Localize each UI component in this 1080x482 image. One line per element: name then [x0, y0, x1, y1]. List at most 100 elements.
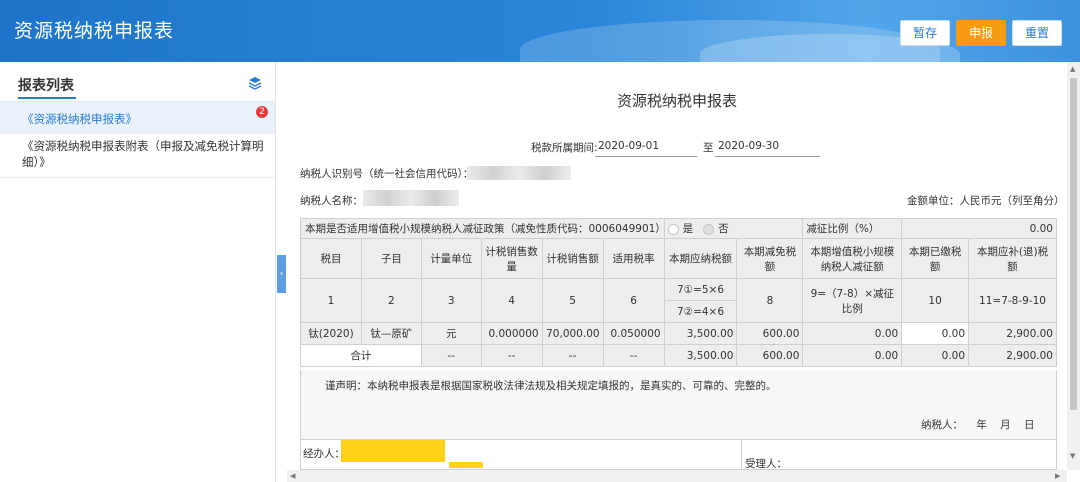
app-header: 资源税纳税申报表 暂存 申报 重置	[0, 0, 1080, 62]
scroll-left-arrow-icon[interactable]: ◀	[290, 472, 295, 480]
col-index: 7②=4×6	[663, 300, 738, 323]
declaration-text: 谨声明：本纳税申报表是根据国家税收法律法规及相关规定填报的，是真实的、可靠的、完…	[325, 380, 777, 392]
col-index: 6	[602, 278, 665, 323]
scroll-right-arrow-icon[interactable]: ▶	[1055, 472, 1060, 480]
vertical-scrollbar[interactable]: ▲ ▼	[1067, 62, 1080, 470]
column-header: 计税销售数量	[480, 238, 543, 279]
sidebar-item-main-report[interactable]: 《资源税纳税申报表》 2	[0, 102, 275, 134]
app-title: 资源税纳税申报表	[14, 20, 175, 42]
handler-row: 经办人： 受理人：	[300, 440, 1057, 470]
cell-due: 2,900.00	[968, 322, 1057, 345]
col-index: 9=（7-8）×减征比例	[802, 278, 903, 323]
period-to-label: 至	[703, 142, 714, 154]
period-label: 税款所属期间:	[531, 142, 598, 154]
cell-small-reduction: 0.00	[802, 322, 903, 345]
period-end-underline	[715, 156, 820, 157]
scroll-up-arrow-icon[interactable]: ▲	[1070, 65, 1075, 73]
column-header: 税目	[300, 238, 362, 279]
col-index: 1	[300, 278, 362, 323]
save-draft-button[interactable]: 暂存	[900, 20, 950, 46]
paid-tax-input[interactable]: 0.00	[901, 322, 970, 345]
taxpayer-id-label: 纳税人识别号（统一社会信用代码）：	[300, 168, 474, 180]
count-badge: 2	[256, 106, 268, 118]
declaration-box: 谨声明：本纳税申报表是根据国家税收法律法规及相关规定填报的，是真实的、可靠的、完…	[300, 370, 1057, 440]
handler-redacted	[341, 440, 445, 462]
cell-small-reduction: 0.00	[802, 344, 903, 367]
sidebar-item-label: 《资源税纳税申报表》	[22, 112, 137, 126]
cell-relief: 600.00	[736, 322, 804, 345]
taxpayer-id-redacted	[467, 166, 571, 180]
reset-button[interactable]: 重置	[1012, 20, 1062, 46]
layers-icon[interactable]	[248, 76, 262, 90]
cell-paid: 0.00	[901, 344, 970, 367]
table-row: 钛(2020) 钛—原矿 元 0.000000 70,000.00 0.0500…	[300, 322, 1057, 345]
form-title: 资源税纳税申报表	[616, 92, 737, 110]
taxpayer-name-redacted	[363, 190, 459, 206]
main-panel: 资源税纳税申报表 税款所属期间: 2020-09-01 至 2020-09-30…	[287, 62, 1067, 470]
policy-question: 本期是否适用增值税小规模纳税人减征政策（减免性质代码：0006049901）	[300, 218, 666, 239]
cell-rate: --	[602, 344, 665, 367]
period-start-underline	[595, 156, 697, 157]
radio-yes-label: 是	[682, 223, 694, 235]
currency-unit-note: 金额单位：人民币元（列至角分）	[907, 195, 1065, 207]
handler-redacted	[449, 462, 483, 468]
total-row: 合计 -- -- -- -- 3,500.00 600.00 0.00 0.00…	[300, 344, 1057, 367]
column-header: 计税销售额	[541, 238, 604, 279]
column-header: 本期减免税额	[736, 238, 804, 279]
col-index: 4	[480, 278, 543, 323]
taxpayer-name-label: 纳税人名称：	[300, 195, 363, 207]
column-header: 本期应补(退)税额	[968, 238, 1057, 279]
column-header: 子目	[360, 238, 422, 279]
cell-due: 2,900.00	[968, 344, 1057, 367]
cell-sales: --	[541, 344, 604, 367]
cell-payable: 3,500.00	[663, 344, 738, 367]
column-header: 本期增值税小规模纳税人减征额	[802, 238, 903, 279]
policy-row: 本期是否适用增值税小规模纳税人减征政策（减免性质代码：0006049901） 是…	[300, 218, 1057, 239]
column-header: 计量单位	[420, 238, 482, 279]
report-list-sidebar: 报表列表 《资源税纳税申报表》 2 《资源税纳税申报表附表（申报及减免税计算明细…	[0, 62, 276, 482]
radio-no-label: 否	[718, 223, 729, 235]
policy-radio-group: 是 否	[663, 218, 804, 239]
index-row: 1 2 3 4 5 6 7①=5×6 8 9=（7-8）×减征比例 10 11=…	[300, 278, 1057, 323]
col-index: 5	[541, 278, 604, 323]
cell-item: 钛(2020)	[300, 322, 362, 345]
submit-button[interactable]: 申报	[956, 20, 1006, 46]
period-end-field[interactable]: 2020-09-30	[718, 140, 779, 152]
col-index: 10	[901, 278, 970, 323]
sidebar-collapse-toggle[interactable]: ‹	[277, 255, 286, 293]
sidebar-item-label: 《资源税纳税申报表附表（申报及减免税计算明细）》	[22, 139, 264, 169]
cell-subitem: 钛—原矿	[360, 322, 422, 345]
handler-label: 经办人：	[303, 448, 345, 460]
scroll-down-arrow-icon[interactable]: ▼	[1070, 452, 1075, 460]
divider	[741, 440, 742, 470]
col-index: 11=7-8-9-10	[968, 278, 1057, 323]
sidebar-title: 报表列表	[18, 78, 74, 94]
sidebar-item-attached-schedule[interactable]: 《资源税纳税申报表附表（申报及减免税计算明细）》	[0, 134, 275, 178]
cell-quantity: --	[480, 344, 543, 367]
radio-no[interactable]	[703, 223, 715, 235]
cell-quantity: 0.000000	[480, 322, 543, 345]
col-index: 7①=5×6	[663, 278, 738, 301]
sidebar-title-underline	[18, 97, 76, 99]
horizontal-scrollbar[interactable]: ◀ ▶	[287, 470, 1067, 482]
column-header: 本期应纳税额	[663, 238, 738, 279]
taxpayer-signature-line: 纳税人： 年 月 日	[921, 419, 1035, 431]
cell-unit: 元	[420, 322, 482, 345]
radio-yes[interactable]	[667, 223, 679, 235]
cell-payable: 3,500.00	[663, 322, 738, 345]
cell-unit: --	[420, 344, 482, 367]
col-index: 8	[736, 278, 804, 323]
cell-sales: 70,000.00	[541, 322, 604, 345]
column-header: 本期已缴税额	[901, 238, 970, 279]
total-label: 合计	[300, 344, 422, 367]
scrollbar-thumb[interactable]	[1070, 78, 1077, 410]
agent-label: 受理人：	[745, 458, 787, 470]
cell-rate: 0.050000	[602, 322, 665, 345]
col-index: 3	[420, 278, 482, 323]
cell-relief: 600.00	[736, 344, 804, 367]
sidebar-header: 报表列表	[0, 62, 275, 102]
header-row: 税目 子目 计量单位 计税销售数量 计税销售额 适用税率 本期应纳税额 本期减免…	[300, 238, 1057, 279]
tax-table: 本期是否适用增值税小规模纳税人减征政策（减免性质代码：0006049901） 是…	[300, 218, 1057, 367]
period-start-field[interactable]: 2020-09-01	[598, 140, 659, 152]
col-index: 2	[360, 278, 422, 323]
